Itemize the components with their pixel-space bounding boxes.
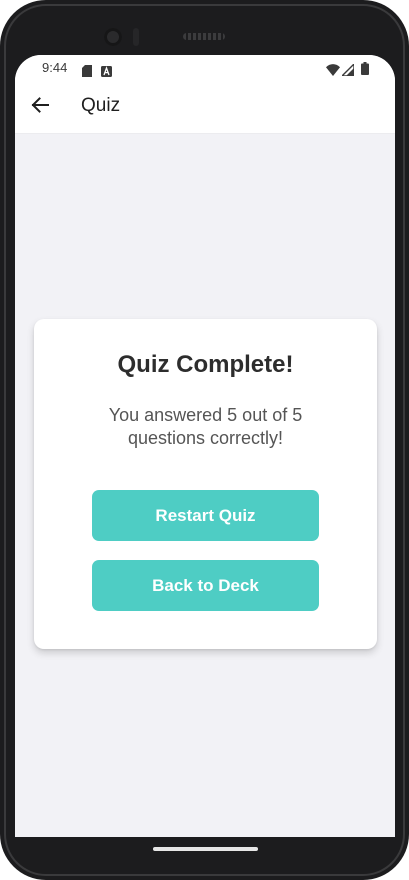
cellular-signal-icon xyxy=(340,61,355,80)
arrow-back-icon xyxy=(31,97,49,117)
front-camera xyxy=(104,28,122,46)
result-message: You answered 5 out of 5 questions correc… xyxy=(108,405,303,448)
back-button[interactable] xyxy=(25,92,55,122)
back-to-deck-button[interactable]: Back to Deck xyxy=(92,560,319,611)
quiz-result-card: Quiz Complete! You answered 5 out of 5 q… xyxy=(34,319,377,649)
wifi-icon xyxy=(326,61,340,80)
phone-frame: 9:44 Quiz Quiz Complete! You answered 5 … xyxy=(0,0,409,880)
status-time: 9:44 xyxy=(42,60,68,75)
page-title: Quiz xyxy=(81,95,121,116)
restart-quiz-button[interactable]: Restart Quiz xyxy=(92,490,319,541)
battery-icon xyxy=(361,60,369,79)
app-bar: Quiz xyxy=(15,82,395,134)
sd-card-icon xyxy=(82,62,92,81)
status-bar: 9:44 xyxy=(15,55,395,82)
keyboard-a-icon xyxy=(101,62,112,81)
home-indicator[interactable] xyxy=(153,847,258,851)
earpiece-speaker xyxy=(183,33,225,40)
system-nav-bar xyxy=(0,837,409,880)
result-title: Quiz Complete! xyxy=(117,351,294,378)
proximity-sensor xyxy=(133,28,139,46)
app-screen: 9:44 Quiz Quiz Complete! You answered 5 … xyxy=(15,55,395,837)
